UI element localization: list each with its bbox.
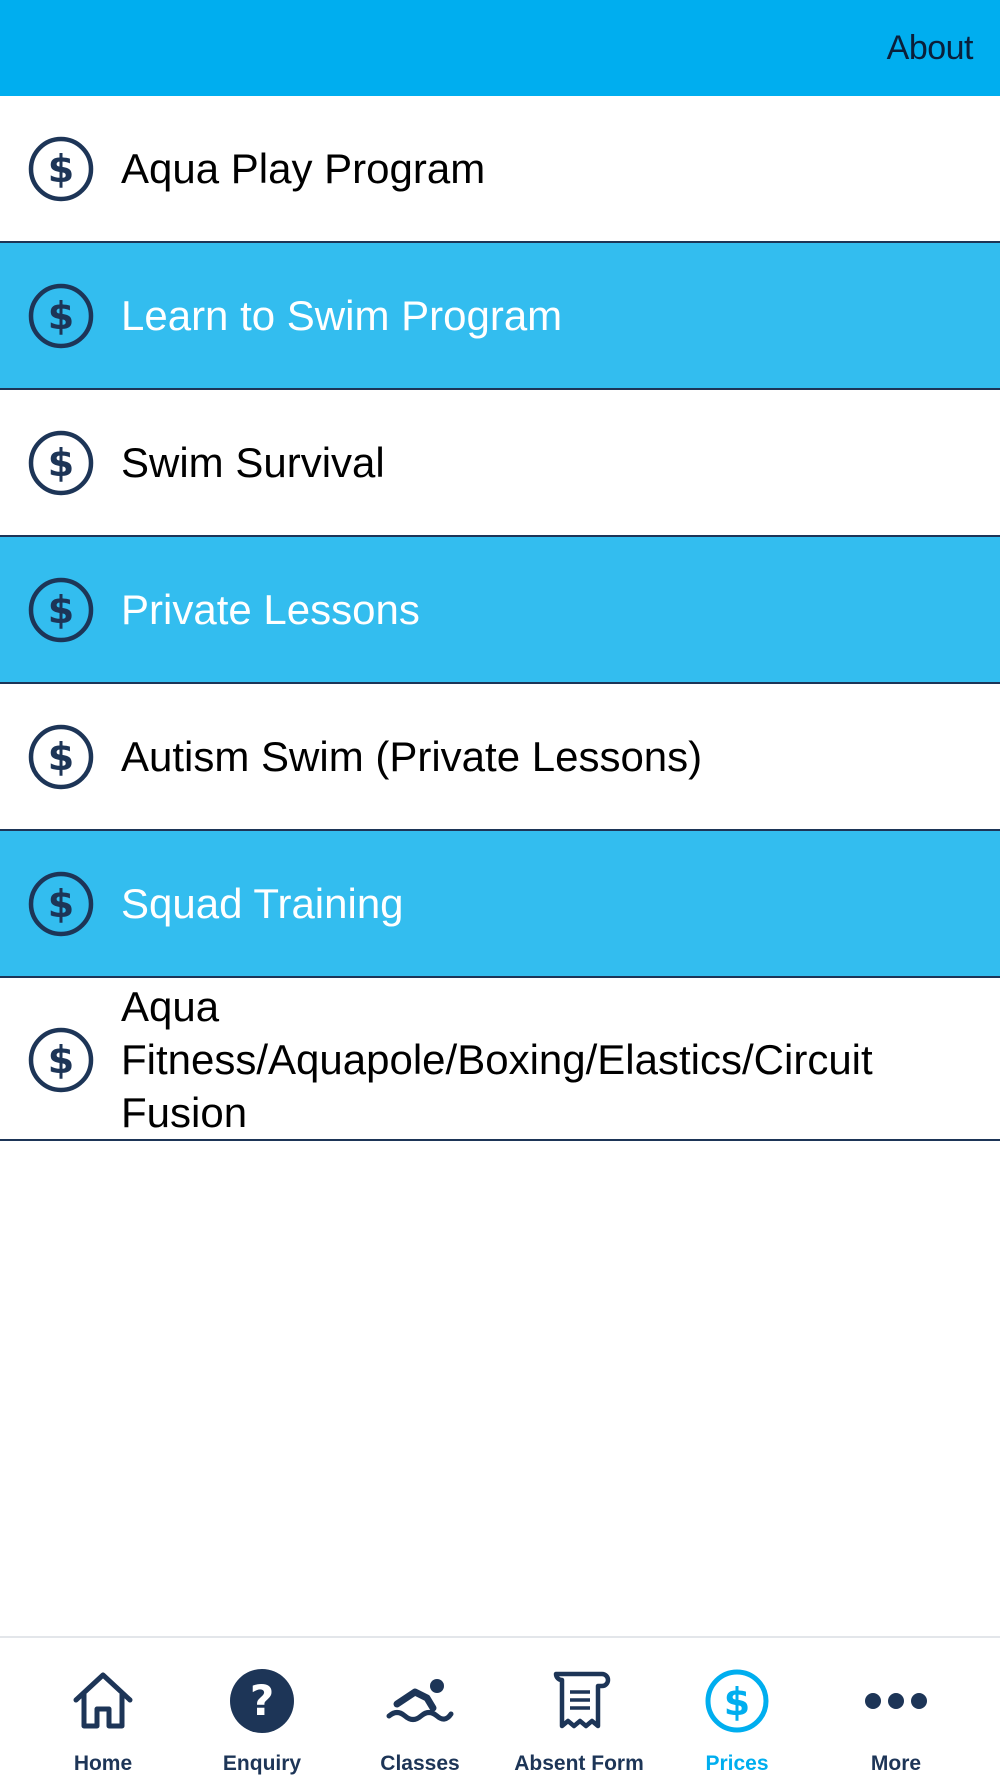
dollar-circle-icon: $ — [28, 136, 94, 201]
price-item-label: Swim Survival — [121, 439, 385, 486]
tab-label: Enquiry — [222, 1752, 302, 1775]
scroll-form-icon — [553, 1671, 611, 1729]
bottom-tab-bar: Home ? Enquiry Classes Absent Form $ Pri… — [0, 1636, 1000, 1778]
svg-text:$: $ — [48, 735, 74, 779]
dollar-circle-icon: $ — [28, 1027, 94, 1093]
swimmer-icon — [386, 1679, 454, 1722]
about-button[interactable]: About — [887, 26, 974, 70]
tab-classes[interactable]: Classes — [341, 1638, 499, 1778]
tab-more[interactable]: More — [817, 1638, 975, 1778]
svg-text:$: $ — [48, 1038, 74, 1082]
svg-text:$: $ — [48, 441, 74, 485]
dollar-circle-icon: $ — [28, 283, 94, 348]
question-icon: ? — [230, 1669, 294, 1733]
price-item-label: Private Lessons — [121, 586, 420, 633]
price-item-swim-survival[interactable]: $ Swim Survival — [0, 390, 1000, 537]
tab-label: More — [870, 1752, 922, 1775]
price-item-learn-to-swim[interactable]: $ Learn to Swim Program — [0, 243, 1000, 390]
price-item-label: Autism Swim (Private Lessons) — [121, 733, 703, 780]
dollar-circle-icon: $ — [28, 724, 94, 789]
svg-text:$: $ — [48, 882, 74, 926]
price-item-aqua-fitness[interactable]: $ Aqua Fitness/Aquapole/Boxing/Elastics/… — [0, 978, 1000, 1141]
svg-text:$: $ — [48, 147, 74, 191]
tab-home[interactable]: Home — [24, 1638, 182, 1778]
dollar-circle-icon: $ — [28, 430, 94, 495]
tab-label: Classes — [380, 1752, 460, 1775]
svg-text:$: $ — [724, 1680, 750, 1724]
svg-text:?: ? — [250, 1676, 274, 1725]
dollar-circle-icon: $ — [28, 577, 94, 642]
price-item-label: Learn to Swim Program — [121, 292, 563, 339]
price-item-autism-swim[interactable]: $ Autism Swim (Private Lessons) — [0, 684, 1000, 831]
tab-prices[interactable]: $ Prices — [658, 1638, 816, 1778]
price-list: $ Aqua Play Program $ Learn to Swim Prog… — [0, 96, 1000, 1141]
tab-absent-form[interactable]: Absent Form — [500, 1638, 658, 1778]
price-item-squad-training[interactable]: $ Squad Training — [0, 831, 1000, 978]
price-item-label: Squad Training — [121, 880, 404, 927]
price-item-label: Aqua Fitness/Aquapole/Boxing/Elastics/Ci… — [121, 983, 873, 1136]
price-item-aqua-play[interactable]: $ Aqua Play Program — [0, 96, 1000, 243]
more-dots-icon — [865, 1693, 927, 1709]
top-header: About — [0, 0, 1000, 96]
tab-label: Home — [73, 1752, 133, 1775]
svg-text:$: $ — [48, 294, 74, 338]
tab-label: Prices — [705, 1752, 769, 1775]
dollar-circle-icon: $ — [705, 1669, 769, 1733]
home-icon — [73, 1672, 133, 1729]
tab-enquiry[interactable]: ? Enquiry — [183, 1638, 341, 1778]
price-item-label: Aqua Play Program — [121, 145, 486, 192]
price-item-private-lessons[interactable]: $ Private Lessons — [0, 537, 1000, 684]
svg-text:$: $ — [48, 588, 74, 632]
dollar-circle-icon: $ — [28, 871, 94, 936]
tab-label: Absent Form — [514, 1752, 644, 1775]
